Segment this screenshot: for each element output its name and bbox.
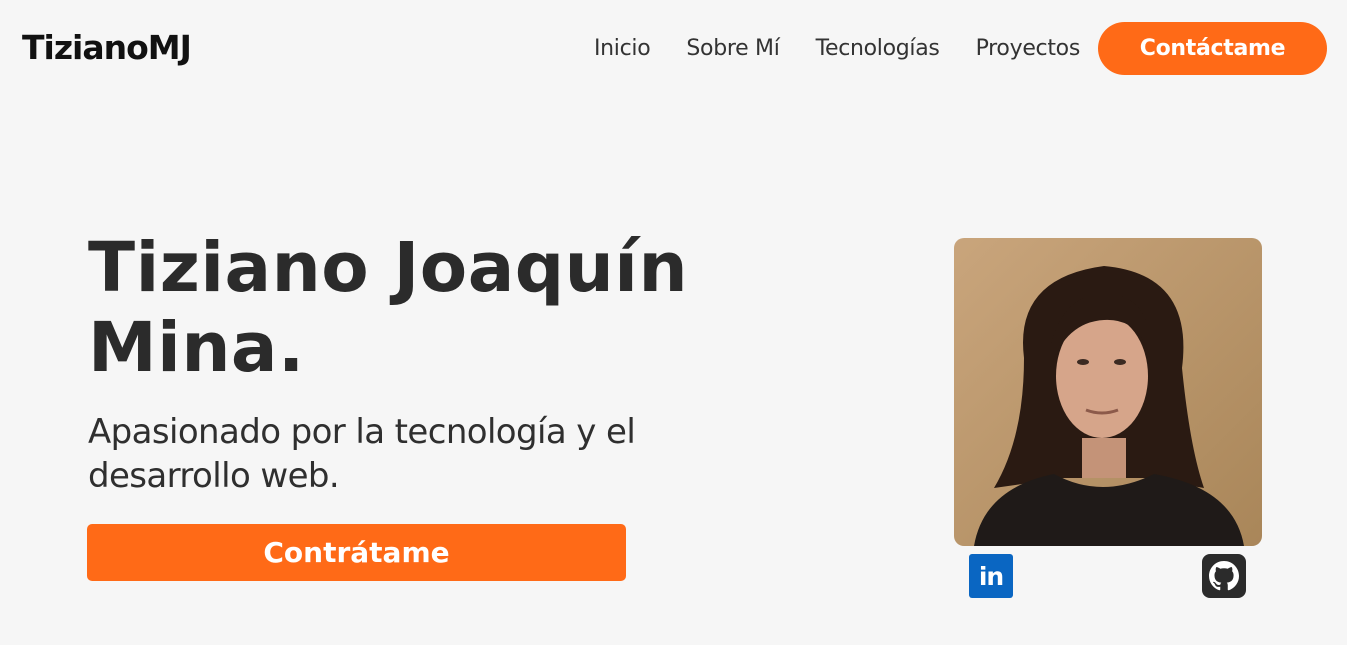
hire-button[interactable]: Contrátame [87, 524, 626, 581]
profile-photo [954, 238, 1262, 546]
linkedin-icon: in [978, 561, 1004, 591]
nav-link-tecnologias[interactable]: Tecnologías [816, 36, 940, 61]
contact-button[interactable]: Contáctame [1098, 22, 1327, 75]
nav-link-proyectos[interactable]: Proyectos [976, 36, 1081, 61]
hero-subtitle: Apasionado por la tecnología y el desarr… [88, 412, 636, 496]
nav-link-sobre-mi[interactable]: Sobre Mí [686, 36, 779, 61]
site-logo[interactable]: TizianoMJ [22, 28, 192, 67]
hero-name: Tiziano Joaquín Mina. [88, 228, 689, 388]
github-link[interactable] [1202, 554, 1246, 598]
nav-link-inicio[interactable]: Inicio [594, 36, 651, 61]
linkedin-link[interactable]: in [969, 554, 1013, 598]
main-nav: Inicio Sobre Mí Tecnologías Proyectos Co… [594, 22, 1327, 75]
github-icon [1209, 561, 1239, 591]
